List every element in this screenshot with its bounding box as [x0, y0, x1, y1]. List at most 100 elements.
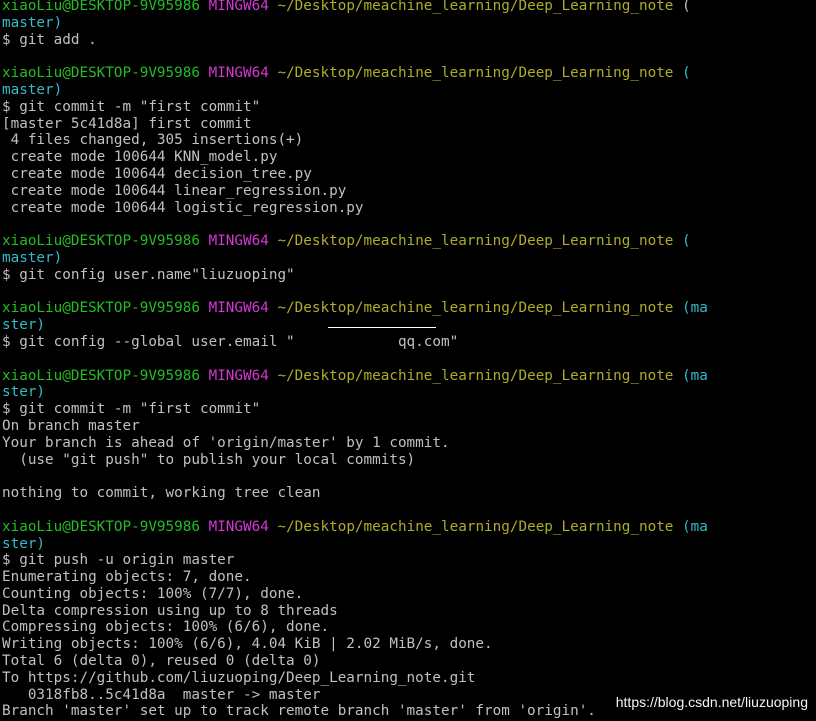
output-text: create mode 100644 logistic_regression.p…: [2, 199, 364, 216]
prompt-path: ~/Desktop/meachine_learning/Deep_Learnin…: [277, 0, 674, 14]
terminal-line: Writing objects: 100% (6/6), 4.04 KiB | …: [2, 636, 814, 653]
terminal-line: Counting objects: 100% (7/7), done.: [2, 586, 814, 603]
prompt-branch: (ma: [673, 367, 708, 384]
prompt-branch: (ma: [673, 518, 708, 535]
output-text: $ git commit -m "first commit": [2, 98, 261, 115]
output-text: (use "git push" to publish your local co…: [2, 451, 416, 468]
output-text: Counting objects: 100% (7/7), done.: [2, 585, 304, 602]
terminal-line: xiaoLiu@DESKTOP-9V95986 MINGW64 ~/Deskto…: [2, 233, 814, 250]
prompt-user-host: xiaoLiu@DESKTOP-9V95986: [2, 65, 200, 82]
watermark: https://blog.csdn.net/liuzuoping: [615, 694, 808, 710]
output-text: On branch master: [2, 417, 140, 434]
prompt-branch: ster): [2, 535, 46, 552]
terminal-line: nothing to commit, working tree clean: [2, 485, 814, 502]
terminal-line: create mode 100644 logistic_regression.p…: [2, 200, 814, 217]
prompt-branch: ster): [2, 317, 46, 334]
terminal-line: To https://github.com/liuzuoping/Deep_Le…: [2, 670, 814, 687]
terminal-line: Total 6 (delta 0), reused 0 (delta 0): [2, 653, 814, 670]
terminal-line: $ git push -u origin master: [2, 552, 814, 569]
prompt-branch: master): [2, 14, 63, 31]
terminal-window[interactable]: xiaoLiu@DESKTOP-9V95986 MINGW64 ~/Deskto…: [0, 0, 816, 721]
terminal-line: $ git commit -m "first commit": [2, 401, 814, 418]
prompt-shell: MINGW64: [208, 518, 269, 535]
terminal-line: xiaoLiu@DESKTOP-9V95986 MINGW64 ~/Deskto…: [2, 519, 814, 536]
terminal-line: Enumerating objects: 7, done.: [2, 569, 814, 586]
terminal-line: create mode 100644 KNN_model.py: [2, 149, 814, 166]
output-text: Total 6 (delta 0), reused 0 (delta 0): [2, 653, 321, 670]
output-text: create mode 100644 linear_regression.py: [2, 182, 347, 199]
output-text: Your branch is ahead of 'origin/master' …: [2, 434, 450, 451]
prompt-shell: MINGW64: [208, 65, 269, 82]
terminal-line: (use "git push" to publish your local co…: [2, 452, 814, 469]
terminal-line: xiaoLiu@DESKTOP-9V95986 MINGW64 ~/Deskto…: [2, 368, 814, 385]
terminal-line: create mode 100644 decision_tree.py: [2, 166, 814, 183]
prompt-branch: master): [2, 249, 63, 266]
terminal-line: master): [2, 250, 814, 267]
prompt-user-host: xiaoLiu@DESKTOP-9V95986: [2, 518, 200, 535]
output-text: Writing objects: 100% (6/6), 4.04 KiB | …: [2, 636, 493, 653]
terminal-line: xiaoLiu@DESKTOP-9V95986 MINGW64 ~/Deskto…: [2, 65, 814, 82]
terminal-line: master): [2, 15, 814, 32]
prompt-user-host: xiaoLiu@DESKTOP-9V95986: [2, 367, 200, 384]
prompt-shell: MINGW64: [208, 0, 269, 14]
output-text: create mode 100644 KNN_model.py: [2, 149, 278, 166]
terminal-line: ster): [2, 536, 814, 553]
output-text: Enumerating objects: 7, done.: [2, 569, 252, 586]
prompt-path: ~/Desktop/meachine_learning/Deep_Learnin…: [277, 367, 674, 384]
prompt-path: ~/Desktop/meachine_learning/Deep_Learnin…: [277, 518, 674, 535]
terminal-line: $ git add .: [2, 32, 814, 49]
terminal-line: ster): [2, 384, 814, 401]
output-text: create mode 100644 decision_tree.py: [2, 165, 312, 182]
output-text: 0318fb8..5c41d8a master -> master: [2, 686, 321, 703]
prompt-user-host: xiaoLiu@DESKTOP-9V95986: [2, 0, 200, 14]
output-text: To https://github.com/liuzuoping/Deep_Le…: [2, 669, 476, 686]
terminal-line: On branch master: [2, 418, 814, 435]
prompt-branch: ster): [2, 384, 46, 401]
terminal-line: xiaoLiu@DESKTOP-9V95986 MINGW64 ~/Deskto…: [2, 300, 814, 317]
terminal-line: Delta compression using up to 8 threads: [2, 603, 814, 620]
terminal-line: 4 files changed, 305 insertions(+): [2, 132, 814, 149]
prompt-branch: (: [673, 233, 691, 250]
terminal-line: Compressing objects: 100% (6/6), done.: [2, 619, 814, 636]
terminal-line: xiaoLiu@DESKTOP-9V95986 MINGW64 ~/Deskto…: [2, 0, 814, 15]
output-text: nothing to commit, working tree clean: [2, 485, 321, 502]
terminal-line: $ git commit -m "first commit": [2, 99, 814, 116]
output-text: $ git config --global user.email " qq.co…: [2, 333, 459, 350]
output-text: $ git add .: [2, 31, 97, 48]
prompt-shell: MINGW64: [208, 233, 269, 250]
prompt-shell: MINGW64: [208, 300, 269, 317]
terminal-line: $ git config user.name"liuzuoping": [2, 267, 814, 284]
output-text: 4 files changed, 305 insertions(+): [2, 132, 304, 149]
output-text: Compressing objects: 100% (6/6), done.: [2, 619, 330, 636]
output-text: Delta compression using up to 8 threads: [2, 602, 338, 619]
prompt-shell: MINGW64: [208, 367, 269, 384]
output-text: (: [673, 0, 691, 14]
prompt-path: ~/Desktop/meachine_learning/Deep_Learnin…: [277, 233, 674, 250]
prompt-branch: master): [2, 81, 63, 98]
prompt-path: ~/Desktop/meachine_learning/Deep_Learnin…: [277, 300, 674, 317]
terminal-line: Your branch is ahead of 'origin/master' …: [2, 435, 814, 452]
prompt-user-host: xiaoLiu@DESKTOP-9V95986: [2, 233, 200, 250]
terminal-line: master): [2, 82, 814, 99]
terminal-line: [master 5c41d8a] first commit: [2, 116, 814, 133]
output-text: [master 5c41d8a] first commit: [2, 115, 252, 132]
prompt-branch: (: [673, 65, 691, 82]
prompt-user-host: xiaoLiu@DESKTOP-9V95986: [2, 300, 200, 317]
output-text: Branch 'master' set up to track remote b…: [2, 703, 596, 720]
redaction-mark: [328, 327, 436, 328]
prompt-branch: (ma: [673, 300, 708, 317]
terminal-output: xiaoLiu@DESKTOP-9V95986 MINGW64 ~/Deskto…: [2, 0, 814, 720]
output-text: $ git push -u origin master: [2, 552, 235, 569]
prompt-path: ~/Desktop/meachine_learning/Deep_Learnin…: [277, 65, 674, 82]
terminal-line: ster): [2, 317, 814, 334]
